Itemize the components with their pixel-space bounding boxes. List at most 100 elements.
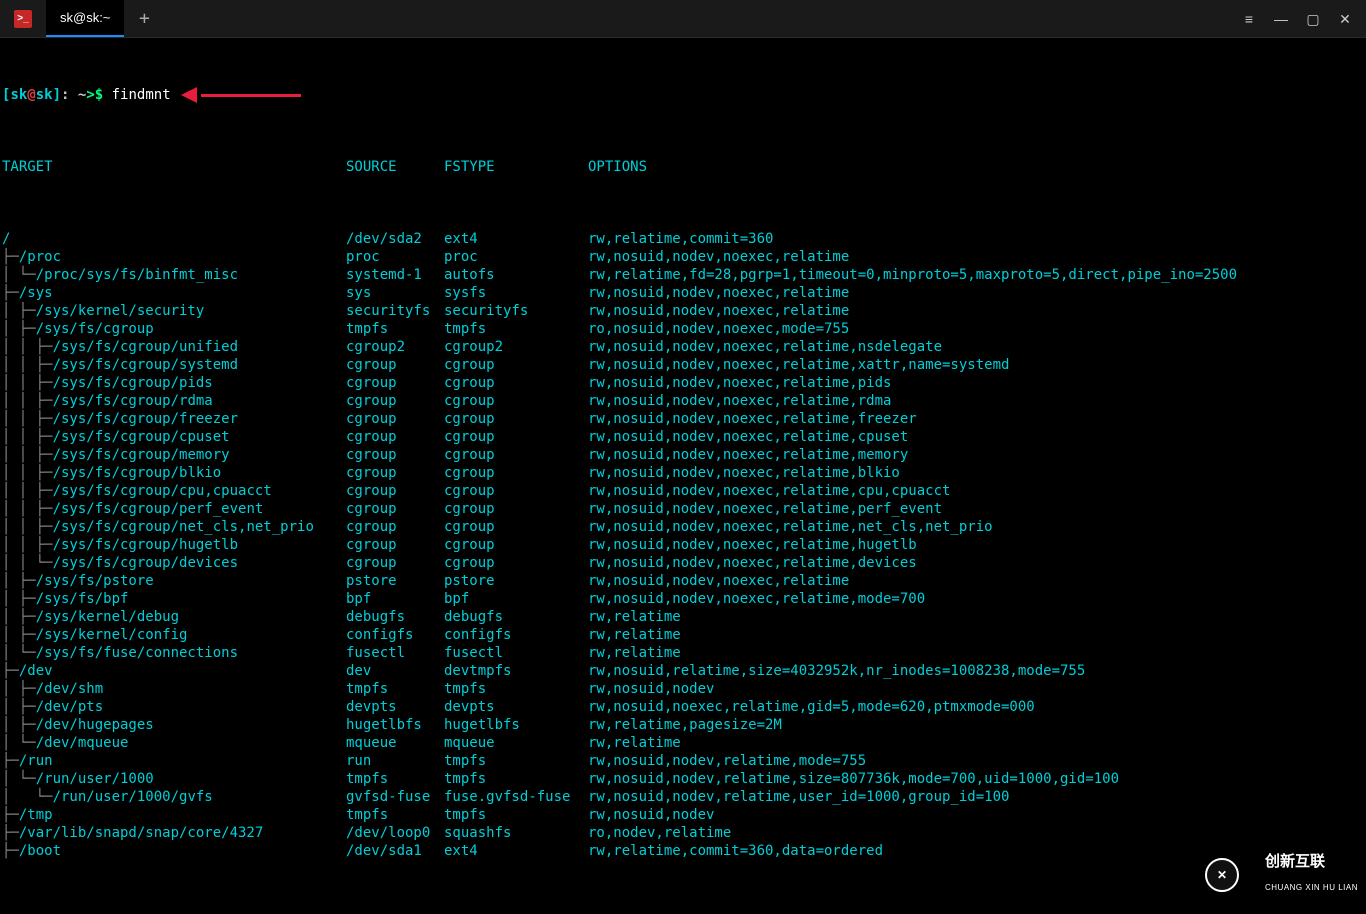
cell-fstype: cgroup	[444, 482, 588, 500]
cell-target: ├─/boot	[2, 842, 346, 860]
cell-source: bpf	[346, 590, 444, 608]
cell-source: cgroup	[346, 356, 444, 374]
cell-source: cgroup	[346, 410, 444, 428]
cell-fstype: ext4	[444, 842, 588, 860]
cell-target: ├─/var/lib/snapd/snap/core/4327	[2, 824, 346, 842]
table-row: │ │ ├─/sys/fs/cgroup/pidscgroupcgrouprw,…	[2, 374, 1366, 392]
cell-fstype: cgroup	[444, 428, 588, 446]
cell-fstype: cgroup	[444, 500, 588, 518]
table-row: │ │ ├─/sys/fs/cgroup/memorycgroupcgroupr…	[2, 446, 1366, 464]
cell-fstype: tmpfs	[444, 770, 588, 788]
prompt-at: @	[27, 86, 35, 104]
cell-options: rw,nosuid,nodev,noexec,relatime,cpuset	[588, 428, 1366, 446]
cell-target: ├─/proc	[2, 248, 346, 266]
tab-prev[interactable]: >_	[0, 0, 46, 37]
cell-fstype: fusectl	[444, 644, 588, 662]
minimize-button[interactable]: —	[1274, 10, 1288, 28]
cell-fstype: mqueue	[444, 734, 588, 752]
menu-icon[interactable]: ≡	[1242, 10, 1256, 28]
cell-options: rw,nosuid,nodev,noexec,relatime,nsdelega…	[588, 338, 1366, 356]
terminal-area[interactable]: [sk@sk]: ~>$ findmnt TARGET SOURCE FSTYP…	[0, 38, 1366, 914]
cell-fstype: securityfs	[444, 302, 588, 320]
tab-active[interactable]: sk@sk:~	[46, 0, 124, 37]
table-row: ├─/tmptmpfstmpfsrw,nosuid,nodev	[2, 806, 1366, 824]
cell-options: rw,nosuid,nodev,noexec,relatime,freezer	[588, 410, 1366, 428]
table-row: ├─/syssyssysfsrw,nosuid,nodev,noexec,rel…	[2, 284, 1366, 302]
cell-source: mqueue	[346, 734, 444, 752]
window-controls: ≡ — ▢ ✕	[1228, 0, 1366, 37]
table-row: ├─/var/lib/snapd/snap/core/4327/dev/loop…	[2, 824, 1366, 842]
table-row: │ ├─/sys/kernel/configconfigfsconfigfsrw…	[2, 626, 1366, 644]
cell-options: rw,nosuid,nodev,relatime,mode=755	[588, 752, 1366, 770]
maximize-button[interactable]: ▢	[1306, 10, 1320, 28]
cell-fstype: cgroup	[444, 554, 588, 572]
cell-source: cgroup	[346, 428, 444, 446]
cell-fstype: ext4	[444, 230, 588, 248]
cell-source: systemd-1	[346, 266, 444, 284]
cell-target: │ │ ├─/sys/fs/cgroup/memory	[2, 446, 346, 464]
table-row: ├─/devdevdevtmpfsrw,nosuid,relatime,size…	[2, 662, 1366, 680]
cell-options: rw,nosuid,nodev,noexec,relatime	[588, 248, 1366, 266]
watermark-line1: 创新互联	[1265, 853, 1325, 870]
watermark: ✕ 创新互联 CHUANG XIN HU LIAN	[1205, 844, 1358, 906]
cell-options: rw,nosuid,nodev,noexec,relatime,blkio	[588, 464, 1366, 482]
table-row: │ │ └─/sys/fs/cgroup/devicescgroupcgroup…	[2, 554, 1366, 572]
cell-target: │ ├─/sys/fs/bpf	[2, 590, 346, 608]
cell-fstype: cgroup2	[444, 338, 588, 356]
cell-fstype: cgroup	[444, 374, 588, 392]
cell-target: │ │ ├─/sys/fs/cgroup/blkio	[2, 464, 346, 482]
cell-options: rw,nosuid,nodev,noexec,relatime	[588, 284, 1366, 302]
cell-target: │ ├─/dev/shm	[2, 680, 346, 698]
cell-options: rw,nosuid,nodev,noexec,relatime,perf_eve…	[588, 500, 1366, 518]
cell-source: /dev/loop0	[346, 824, 444, 842]
cell-options: rw,nosuid,nodev,noexec,relatime,net_cls,…	[588, 518, 1366, 536]
cell-target: │ └─/run/user/1000/gvfs	[2, 788, 346, 806]
close-button[interactable]: ✕	[1338, 10, 1352, 28]
col-source: SOURCE	[346, 158, 444, 176]
cell-target: │ │ ├─/sys/fs/cgroup/freezer	[2, 410, 346, 428]
output-header: TARGET SOURCE FSTYPE OPTIONS	[2, 158, 1366, 176]
prompt-command: findmnt	[103, 86, 170, 104]
table-row: │ │ ├─/sys/fs/cgroup/freezercgroupcgroup…	[2, 410, 1366, 428]
add-tab-button[interactable]: +	[124, 0, 164, 37]
cell-target: │ │ ├─/sys/fs/cgroup/cpuset	[2, 428, 346, 446]
cell-fstype: autofs	[444, 266, 588, 284]
table-row: │ └─/sys/fs/fuse/connectionsfusectlfusec…	[2, 644, 1366, 662]
table-row: │ ├─/sys/fs/pstorepstorepstorerw,nosuid,…	[2, 572, 1366, 590]
cell-source: cgroup	[346, 482, 444, 500]
cell-source: debugfs	[346, 608, 444, 626]
cell-options: rw,nosuid,nodev,relatime,user_id=1000,gr…	[588, 788, 1366, 806]
cell-fstype: tmpfs	[444, 806, 588, 824]
cell-target: ├─/dev	[2, 662, 346, 680]
table-row: │ ├─/sys/kernel/debugdebugfsdebugfsrw,re…	[2, 608, 1366, 626]
cell-source: configfs	[346, 626, 444, 644]
cell-source: cgroup	[346, 518, 444, 536]
cell-target: │ │ ├─/sys/fs/cgroup/unified	[2, 338, 346, 356]
cell-fstype: bpf	[444, 590, 588, 608]
col-target: TARGET	[2, 158, 346, 176]
cell-target: │ ├─/dev/pts	[2, 698, 346, 716]
cell-fstype: squashfs	[444, 824, 588, 842]
prompt-host: sk	[36, 86, 53, 104]
cell-target: │ ├─/dev/hugepages	[2, 716, 346, 734]
table-row: │ ├─/sys/fs/bpfbpfbpfrw,nosuid,nodev,noe…	[2, 590, 1366, 608]
cell-options: rw,nosuid,nodev,noexec,relatime,memory	[588, 446, 1366, 464]
prompt-lbracket: [	[2, 86, 10, 104]
cell-options: ro,nodev,relatime	[588, 824, 1366, 842]
cell-source: sys	[346, 284, 444, 302]
table-row: │ │ ├─/sys/fs/cgroup/systemdcgroupcgroup…	[2, 356, 1366, 374]
cell-source: hugetlbfs	[346, 716, 444, 734]
cell-source: cgroup2	[346, 338, 444, 356]
cell-source: cgroup	[346, 464, 444, 482]
cell-fstype: tmpfs	[444, 320, 588, 338]
cell-source: tmpfs	[346, 770, 444, 788]
cell-target: │ │ ├─/sys/fs/cgroup/rdma	[2, 392, 346, 410]
cell-options: rw,relatime,fd=28,pgrp=1,timeout=0,minpr…	[588, 266, 1366, 284]
output-rows: //dev/sda2ext4rw,relatime,commit=360├─/p…	[2, 230, 1366, 860]
cell-target: │ ├─/sys/kernel/config	[2, 626, 346, 644]
cell-options: rw,nosuid,nodev	[588, 806, 1366, 824]
tab-label: sk@sk:~	[60, 9, 110, 27]
annotation-arrow-icon	[181, 88, 301, 102]
cell-fstype: cgroup	[444, 356, 588, 374]
table-row: ├─/boot/dev/sda1ext4rw,relatime,commit=3…	[2, 842, 1366, 860]
